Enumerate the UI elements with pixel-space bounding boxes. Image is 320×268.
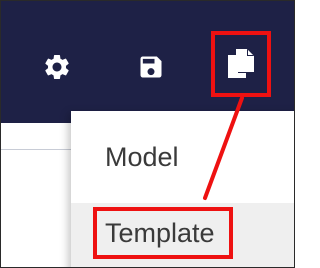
save-button[interactable] — [131, 47, 171, 87]
menu-item-label: Model — [105, 142, 179, 172]
gear-icon — [45, 54, 69, 79]
copy-dropdown-menu: Model Template — [71, 111, 294, 267]
floppy-disk-icon — [140, 56, 162, 78]
content-divider — [1, 149, 71, 150]
copy-documents-icon — [228, 49, 254, 78]
settings-button[interactable] — [37, 47, 77, 87]
top-toolbar — [1, 1, 294, 123]
menu-item-label: Template — [105, 218, 215, 248]
screenshot-frame: Model Template — [0, 0, 295, 268]
menu-item-model[interactable]: Model — [71, 135, 294, 179]
menu-item-template[interactable]: Template — [71, 203, 294, 267]
copy-button[interactable] — [211, 31, 271, 97]
content-area — [1, 123, 71, 267]
